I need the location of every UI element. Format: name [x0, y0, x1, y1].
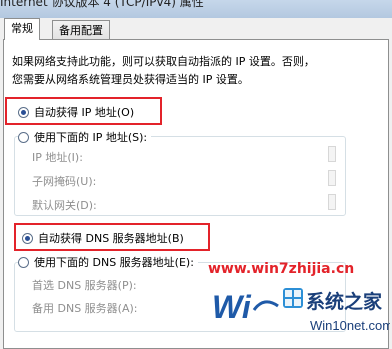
preferred-dns-label: 首选 DNS 服务器(P): — [32, 279, 137, 292]
ip-address-input[interactable] — [328, 146, 336, 162]
window-title: Internet 协议版本 4 (TCP/IPv4) 属性 — [0, 0, 204, 9]
default-gateway-input[interactable] — [328, 194, 336, 210]
tab-alternate-config[interactable]: 备用配置 — [52, 20, 110, 40]
dns-manual-radio[interactable]: 使用下面的 DNS 服务器地址(E): — [18, 254, 198, 270]
ip-auto-radio[interactable]: 自动获得 IP 地址(O) — [18, 104, 134, 120]
alternate-dns-label: 备用 DNS 服务器(A): — [32, 302, 138, 315]
radio-selected-icon — [22, 232, 33, 244]
default-gateway-label: 默认网关(D): — [32, 199, 97, 212]
ip-manual-radio[interactable]: 使用下面的 IP 地址(S): — [18, 129, 152, 145]
description-line-2: 您需要从网络系统管理员处获得适当的 IP 设置。 — [12, 73, 249, 86]
radio-selected-icon — [18, 106, 29, 118]
radio-unselected-icon — [18, 131, 29, 143]
ip-manual-label: 使用下面的 IP 地址(S): — [34, 131, 148, 144]
ip-auto-label: 自动获得 IP 地址(O) — [34, 106, 135, 119]
ip-address-label: IP 地址(I): — [32, 151, 83, 164]
watermark-logo: Wi 系统之家 Win10net.com — [212, 288, 390, 333]
description-line-1: 如果网络支持此功能，则可以获取自动指派的 IP 设置。否则， — [12, 55, 315, 68]
watermark-site: Win10net.com — [310, 318, 390, 333]
dns-manual-label: 使用下面的 DNS 服务器地址(E): — [34, 256, 194, 269]
dns-auto-label: 自动获得 DNS 服务器地址(B) — [38, 232, 184, 245]
svg-text:Wi: Wi — [212, 289, 252, 325]
tab-general[interactable]: 常规 — [4, 18, 40, 40]
description-text: 如果网络支持此功能，则可以获取自动指派的 IP 设置。否则， 您需要从网络系统管… — [12, 53, 372, 89]
watermark-url: www.win7zhijia.cn — [208, 261, 355, 277]
subnet-mask-label: 子网掩码(U): — [32, 175, 97, 188]
title-bar: Internet 协议版本 4 (TCP/IPv4) 属性 — [0, 0, 392, 18]
dns-auto-radio[interactable]: 自动获得 DNS 服务器地址(B) — [22, 230, 184, 246]
radio-unselected-icon — [18, 256, 29, 268]
watermark-brand: 系统之家 — [306, 290, 383, 313]
subnet-mask-input[interactable] — [328, 170, 336, 186]
